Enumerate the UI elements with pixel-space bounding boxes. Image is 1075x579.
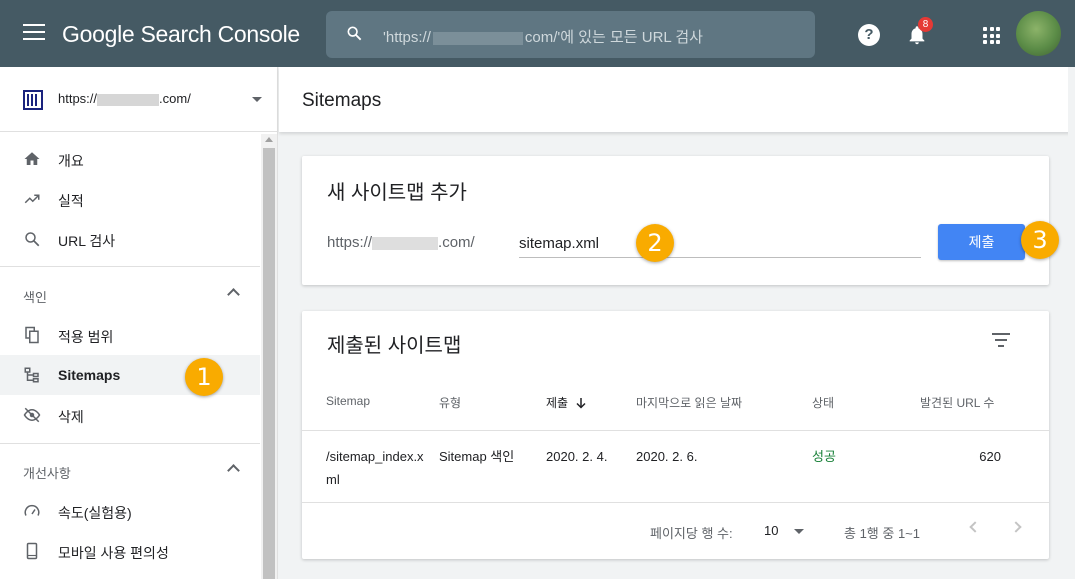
sitemap-icon: [24, 367, 39, 383]
table-divider: [302, 502, 1049, 503]
add-sitemap-card: 새 사이트맵 추가 https://.com/ 제출: [302, 156, 1049, 285]
chevron-up-icon: [227, 288, 240, 301]
url-inspect-search-bar[interactable]: 'https://com/'에 있는 모든 URL 검사: [326, 11, 815, 58]
sidebar-item-performance[interactable]: 실적: [0, 179, 260, 219]
sidebar-item-overview[interactable]: 개요: [0, 139, 260, 179]
sidebar-item-url-inspection[interactable]: URL 검사: [0, 219, 260, 259]
submitted-sitemaps-card: 제출된 사이트맵 Sitemap 유형 제출 마지막으로 읽은 날짜 상태 발견…: [302, 311, 1049, 559]
property-selector[interactable]: https://.com/: [0, 67, 278, 132]
table-row-url-count: 620: [979, 449, 1001, 464]
table-row-status: 성공: [812, 449, 836, 464]
table-row-type: Sitemap 색인: [439, 449, 515, 464]
menu-icon[interactable]: [23, 24, 45, 42]
search-placeholder: 'https://com/'에 있는 모든 URL 검사: [383, 29, 703, 46]
chevron-up-icon: [227, 464, 240, 477]
add-sitemap-title: 새 사이트맵 추가: [327, 182, 467, 204]
chevron-right-icon[interactable]: [1010, 521, 1022, 533]
copy-icon: [25, 326, 39, 344]
step-marker-3: 3: [1021, 221, 1059, 259]
table-row-sitemap-path[interactable]: /sitemap_index.xml: [326, 445, 426, 491]
property-url: https://.com/: [58, 91, 191, 106]
submit-button[interactable]: 제출: [938, 224, 1025, 260]
speed-icon: [24, 504, 40, 516]
caret-down-icon[interactable]: [794, 529, 804, 534]
sidebar-scrollbar[interactable]: [261, 134, 277, 579]
sidebar-item-mobile-usability[interactable]: 모바일 사용 편의성: [0, 531, 260, 571]
column-header-status[interactable]: 상태: [812, 394, 834, 411]
filter-icon[interactable]: [992, 333, 1010, 347]
submitted-sitemaps-title: 제출된 사이트맵: [327, 335, 462, 357]
sidebar-item-speed[interactable]: 속도(실험용): [0, 491, 260, 531]
search-icon: [25, 232, 40, 247]
trending-up-icon: [24, 194, 40, 204]
column-header-submitted[interactable]: 제출: [546, 394, 587, 411]
app-title[interactable]: Google Search Console: [62, 21, 300, 48]
step-marker-2: 2: [636, 224, 674, 262]
table-row-last-read: 2020. 2. 6.: [636, 449, 698, 464]
page-title: Sitemaps: [302, 90, 382, 111]
column-header-sitemap[interactable]: Sitemap: [326, 394, 370, 408]
help-icon[interactable]: ?: [858, 24, 880, 46]
table-row-submitted: 2020. 2. 4.: [546, 449, 608, 464]
scroll-up-arrow-icon[interactable]: [265, 137, 273, 142]
scrollbar-thumb[interactable]: [263, 148, 275, 579]
column-header-last-read[interactable]: 마지막으로 읽은 날짜: [636, 394, 742, 411]
column-header-discovered-urls[interactable]: 발견된 URL 수: [920, 394, 994, 411]
sitemap-url-input[interactable]: [519, 226, 921, 258]
search-icon: [347, 26, 362, 41]
property-grid-icon: [23, 90, 43, 110]
column-header-type[interactable]: 유형: [439, 394, 461, 411]
table-divider: [302, 430, 1049, 431]
step-marker-1: 1: [185, 358, 223, 396]
sidebar-divider: [0, 266, 260, 267]
apps-grid-icon[interactable]: [983, 27, 1000, 44]
rows-per-page-select[interactable]: 10: [764, 523, 778, 538]
chevron-left-icon[interactable]: [969, 521, 981, 533]
top-app-bar: Google Search Console 'https://com/'에 있는…: [0, 0, 1075, 67]
page-header: Sitemaps: [279, 67, 1075, 132]
sidebar: https://.com/ 개요 실적 URL 검사 색인 적용 범위 Site…: [0, 67, 278, 579]
home-icon: [24, 152, 40, 165]
sidebar-section-enhancements[interactable]: 개선사항: [0, 451, 260, 491]
sidebar-item-coverage[interactable]: 적용 범위: [0, 315, 260, 355]
notification-count-badge: 8: [918, 17, 933, 32]
pagination-range: 총 1행 중 1~1: [844, 526, 920, 541]
eye-off-icon: [23, 407, 41, 423]
account-avatar[interactable]: [1016, 11, 1061, 56]
rows-per-page-label: 페이지당 행 수:: [650, 526, 733, 541]
arrow-down-icon: [576, 398, 586, 409]
sidebar-divider: [0, 443, 260, 444]
sidebar-section-index[interactable]: 색인: [0, 275, 260, 315]
phone-icon: [26, 542, 38, 560]
sitemap-url-prefix: https://.com/: [327, 234, 475, 251]
sidebar-item-removals[interactable]: 삭제: [0, 395, 260, 435]
main-scrollbar[interactable]: [1068, 67, 1075, 579]
caret-down-icon[interactable]: [252, 97, 262, 102]
